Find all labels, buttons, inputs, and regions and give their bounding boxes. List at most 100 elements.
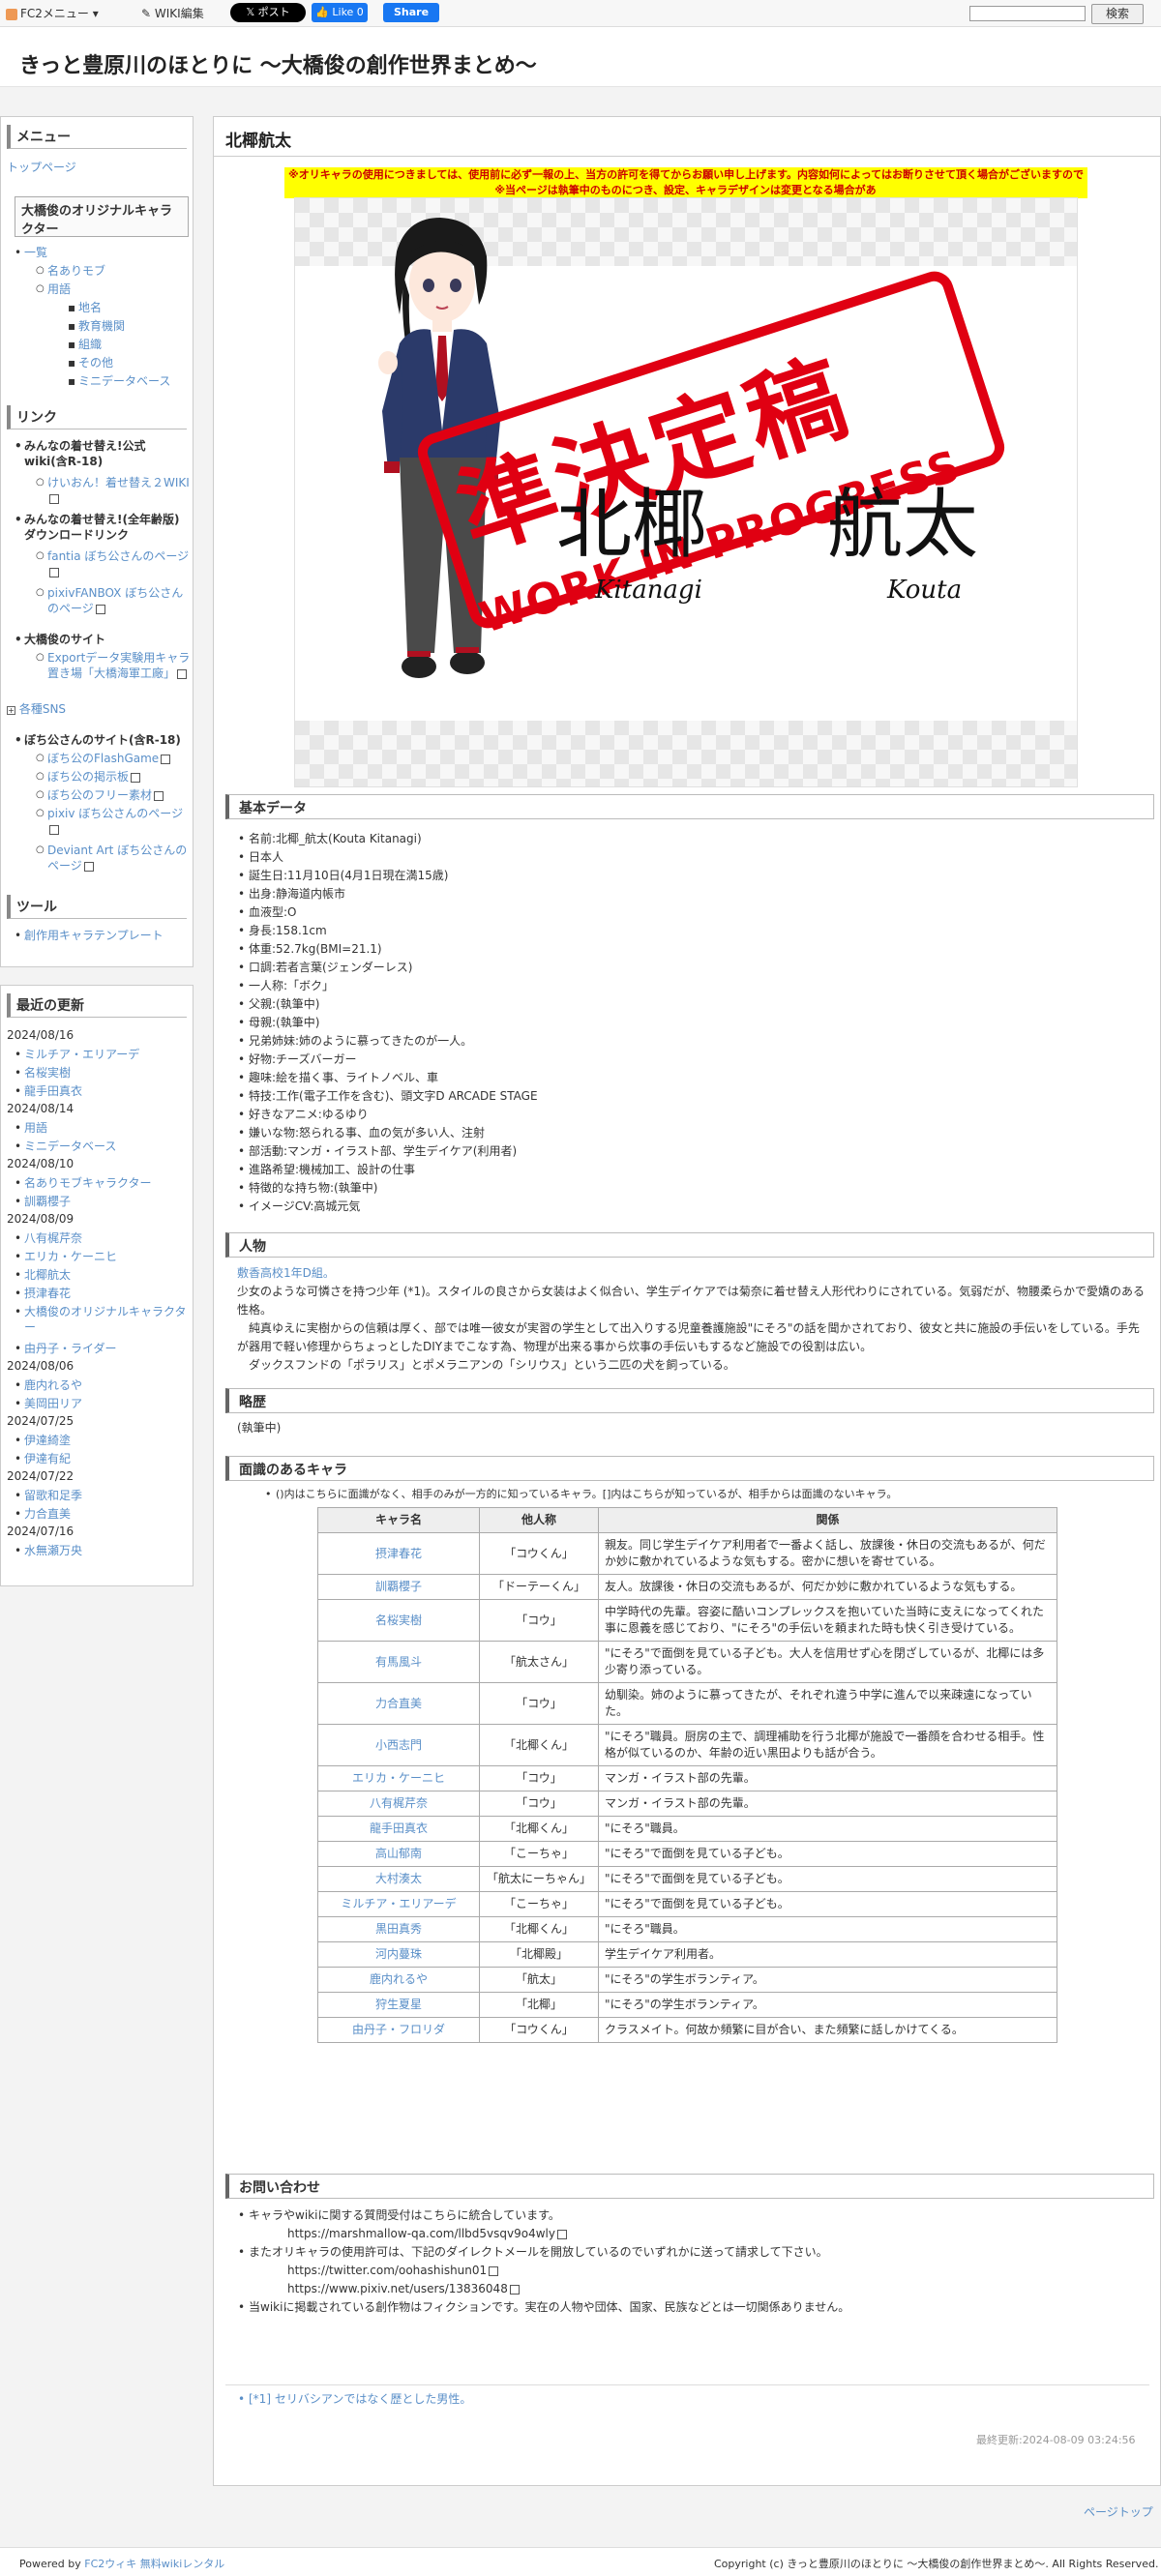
contact-marshmallow-link[interactable]: https://marshmallow-qa.com/llbd5vsqv9o4w… [287,2225,567,2243]
sidebar-toggle-sns[interactable]: + 各種SNS [7,701,66,717]
sidebar-link-education[interactable]: 教育機関 [68,318,125,334]
sidebar-link-bochi-flash[interactable]: ぼち公のFlashGame [36,751,171,766]
recent-item[interactable]: 留歌和足季 [15,1488,189,1503]
sidebar-link-bochi-bbs[interactable]: ぼち公の掲示板 [36,769,141,785]
search-button[interactable]: 検索 [1091,4,1144,24]
sidebar-link-mini-db[interactable]: ミニデータベース [68,373,170,389]
site-title[interactable]: きっと豊原川のほとりに ～大橋俊の創作世界まとめ～ [19,48,537,79]
basic-data-item: 部活動:マンガ・イラスト部、学生デイケア(利用者) [238,1142,517,1161]
sidebar-link-export-data[interactable]: Exportデータ実験用キャラ置き場「大橋海軍工廠」 [36,650,193,681]
character-name-link[interactable]: 高山郁南 [317,1841,480,1867]
character-name-link[interactable]: 摂津春花 [317,1532,480,1575]
recent-item[interactable]: 名ありモブキャラクター [15,1175,189,1191]
character-name-link[interactable]: 黒田真秀 [317,1916,480,1942]
sidebar-link-terms[interactable]: 用語 [36,281,71,297]
nickname-cell: 「コウ」 [479,1791,599,1817]
sidebar-link-organization[interactable]: 組織 [68,337,102,352]
sidebar-link-kisekae-wiki[interactable]: みんなの着せ替え!公式wiki(含R-18) [15,438,189,469]
sidebar-link-other[interactable]: その他 [68,355,113,370]
recent-item[interactable]: 摂津春花 [15,1286,189,1301]
relation-cell: "にそろ"職員。 [598,1916,1057,1942]
recent-date: 2024/08/14 [7,1102,74,1115]
contact-pixiv-link[interactable]: https://www.pixiv.net/users/13836048 [287,2280,520,2298]
contact-twitter-link[interactable]: https://twitter.com/oohashishun01 [287,2262,499,2280]
page-top-link[interactable]: ページトップ [1084,2503,1153,2520]
facebook-share-button[interactable]: Share [383,3,439,22]
nickname-cell: 「北椰くん」 [479,1916,599,1942]
character-name-link[interactable]: 力合直美 [317,1682,480,1725]
recent-item[interactable]: 美岡田リア [15,1396,189,1411]
expand-icon: + [7,706,15,715]
character-name-link[interactable]: 鹿内れるや [317,1967,480,1993]
recent-item[interactable]: ミルチア・エリアーデ [15,1047,189,1062]
basic-data-item[interactable]: 嫌いな物:怒られる事、血の気が多い人、注射 [238,1124,485,1142]
recent-date: 2024/08/16 [7,1028,74,1042]
x-post-button[interactable]: 𝕏 ポスト [230,3,306,22]
basic-data-item[interactable]: 出身:静海道内帳市 [238,885,345,903]
character-name-link[interactable]: 八有梶芹奈 [317,1791,480,1817]
sidebar-link-pixiv-bochi[interactable]: pixiv ぼち公さんのページ [36,806,193,837]
sidebar-link-deviant[interactable]: Deviant Art ぼち公さんのページ [36,843,193,873]
sidebar-link-top-page[interactable]: トップページ [7,160,76,175]
character-name-link[interactable]: 訓覇櫻子 [317,1574,480,1600]
nickname-cell: 「航太」 [479,1967,599,1993]
footer-rental-link[interactable]: 無料wikiレンタル [140,2558,224,2570]
top-bar: FC2メニュー ▾ ✎ WIKI編集 𝕏 ポスト 👍 Like 0 Share … [0,0,1161,27]
basic-data-item: 一人称:「ボク」 [238,977,334,995]
search-input[interactable] [969,6,1086,21]
recent-item[interactable]: 伊達有紀 [15,1451,189,1466]
sidebar-link-keion[interactable]: けいおん！着せ替え２WIKI [36,475,193,506]
recent-item[interactable]: 訓覇櫻子 [15,1194,189,1209]
footer-fc2wiki-link[interactable]: FC2ウィキ [84,2558,136,2570]
sidebar-link-place[interactable]: 地名 [68,300,102,315]
character-name-link[interactable]: ミルチア・エリアーデ [317,1891,480,1917]
basic-data-item: 体重:52.7kg(BMI=21.1) [238,940,382,959]
sidebar-link-bochi-free[interactable]: ぼち公のフリー素材 [36,787,164,803]
character-name-link[interactable]: 有馬風斗 [317,1641,480,1683]
recent-item[interactable]: 用語 [15,1120,189,1136]
recent-item[interactable]: 由丹子・ライダー [15,1341,189,1356]
character-name-link[interactable]: 狩生夏星 [317,1992,480,2018]
edit-icon: ✎ [141,7,152,20]
section-contact: お問い合わせ [225,2174,1154,2199]
external-link-icon [161,754,171,764]
relations-header-cell: 関係 [598,1507,1057,1533]
nickname-cell: 「こーちゃ」 [479,1891,599,1917]
character-name-link[interactable]: 龍手田真衣 [317,1816,480,1842]
recent-item[interactable]: エリカ・ケーニヒ [15,1249,189,1264]
sidebar-link-template[interactable]: 創作用キャラテンプレート [15,928,164,943]
basic-data-item[interactable]: 兄弟姉妹:姉のように慕ってきたのが一人。 [238,1032,472,1051]
relations-table: キャラ名 他人称 関係 摂津春花 「コウくん」 親友。同じ学生デイケア利用者で一番よく話… [317,1507,1057,2043]
sidebar-link-list[interactable]: 一覧 [15,245,47,260]
recent-item[interactable]: ミニデータベース [15,1139,189,1154]
recent-item[interactable]: 伊達綺塗 [15,1433,189,1448]
footnote-1[interactable]: [*1] セリバシアンではなく歴とした男性。 [238,2390,471,2409]
fc2-menu-button[interactable]: FC2メニュー ▾ [6,5,99,21]
recent-item[interactable]: 名桜実樹 [15,1065,189,1081]
sidebar-link-fantia[interactable]: fantia ぼち公さんのページ [36,548,193,579]
character-name-link[interactable]: 名桜実樹 [317,1599,480,1642]
relation-cell: "にそろ"で面倒を見ている子ども。 [598,1866,1057,1892]
recent-item[interactable]: 鹿内れるや [15,1377,189,1393]
character-name-link[interactable]: エリカ・ケーニヒ [317,1765,480,1791]
section-outline: 略歴 [225,1388,1154,1413]
recent-item[interactable]: 北椰航太 [15,1267,189,1283]
character-name-link[interactable]: 小西志門 [317,1724,480,1766]
character-name-link[interactable]: 河内蔓珠 [317,1941,480,1968]
sidebar-link-kisekae-dl[interactable]: みんなの着せ替え!(全年齢版)ダウンロードリンク [15,512,189,543]
person-school[interactable]: 敷香高校1年D組。 [237,1266,335,1280]
external-link-icon [177,668,188,679]
recent-item[interactable]: 大橋俊のオリジナルキャラクター [15,1304,189,1335]
recent-item[interactable]: 八有梶芹奈 [15,1230,189,1246]
nickname-cell: 「北椰」 [479,1992,599,2018]
relation-cell: 親友。同じ学生デイケア利用者で一番よく話し、放課後・休日の交流もあるが、何だか妙… [598,1532,1057,1575]
wiki-edit-button[interactable]: ✎ WIKI編集 [141,5,204,21]
sidebar-link-pixiv-fanbox[interactable]: pixivFANBOX ぼち公さんのページ [36,585,193,616]
recent-item[interactable]: 龍手田真衣 [15,1083,189,1099]
character-name-link[interactable]: 由丹子・フロリダ [317,2017,480,2043]
sidebar-link-named-mob[interactable]: 名ありモブ [36,263,105,279]
character-name-link[interactable]: 大村湊太 [317,1866,480,1892]
recent-item[interactable]: 力合直美 [15,1506,189,1522]
facebook-like-button[interactable]: 👍 Like 0 [312,3,368,22]
recent-item[interactable]: 水無瀬万央 [15,1543,189,1558]
